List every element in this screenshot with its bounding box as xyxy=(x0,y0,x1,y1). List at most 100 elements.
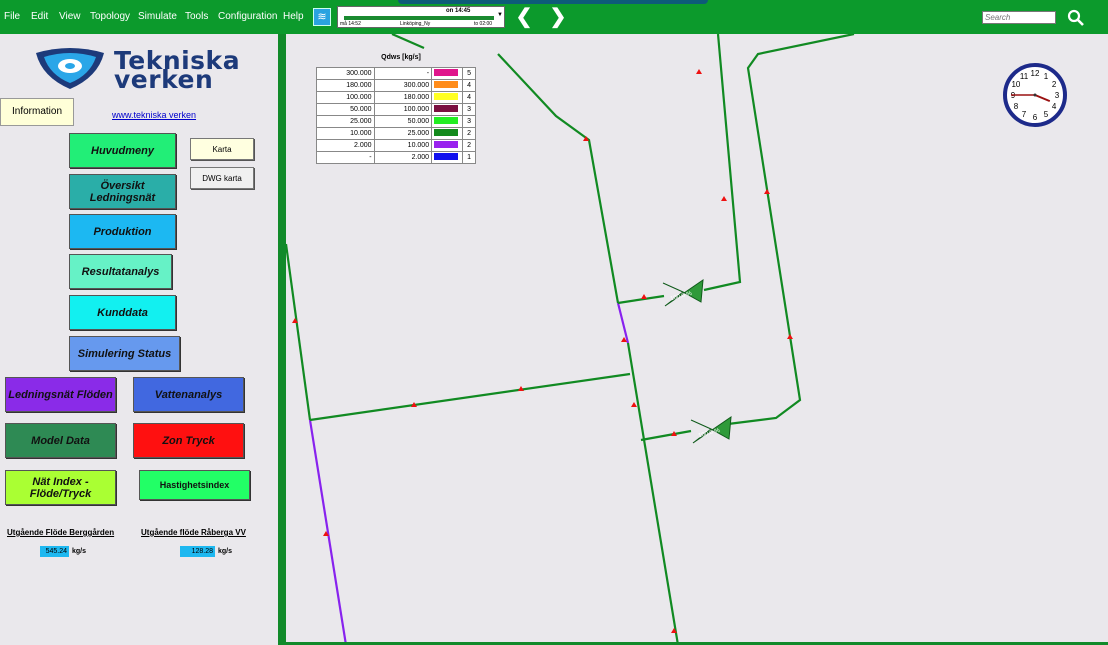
dwg-karta-button[interactable]: DWG karta xyxy=(190,167,254,189)
network-map[interactable]: 100.0 % 100.0 % Qdws [kg/s] 300.000-5 180.… xyxy=(286,34,1108,645)
pipe-segment[interactable] xyxy=(309,372,631,422)
legend-row: 100.000 180.000 4 xyxy=(316,91,476,104)
ledningsnat-floden-button[interactable]: Ledningsnät Flöden xyxy=(5,377,116,412)
resultatanalys-button[interactable]: Resultatanalys xyxy=(69,254,172,289)
legend-to: 50.000 xyxy=(373,115,433,128)
legend-swatch xyxy=(434,81,459,88)
legend-swatch-cell xyxy=(431,115,464,128)
clock-numeral: 7 xyxy=(1022,110,1027,119)
kunddata-button[interactable]: Kunddata xyxy=(69,295,176,330)
hastighetsindex-button[interactable]: Hastighetsindex xyxy=(139,470,250,500)
legend-class: 4 xyxy=(462,79,476,92)
search-icon[interactable] xyxy=(1067,9,1085,27)
clock-numeral: 6 xyxy=(1033,113,1038,122)
pipe-segment[interactable] xyxy=(308,419,348,645)
timeline-bar[interactable] xyxy=(344,16,494,20)
legend-swatch-cell xyxy=(431,103,464,116)
wind-tool-icon[interactable]: ≋ xyxy=(313,8,331,26)
left-panel: Tekniska verken Information www.tekniska… xyxy=(0,34,278,645)
website-link[interactable]: www.tekniska verken xyxy=(112,110,196,120)
clock-icon: 121234567891011 xyxy=(1003,63,1067,127)
nat-index-button[interactable]: Nät Index - Flöde/Tryck xyxy=(5,470,116,505)
forward-arrow-icon[interactable]: ❯ xyxy=(548,6,568,28)
legend-to: 180.000 xyxy=(373,91,433,104)
legend-class: 3 xyxy=(462,115,476,128)
valve-opening-label: 100.0 % xyxy=(670,291,693,303)
legend-swatch xyxy=(434,105,459,112)
pipe-segment[interactable] xyxy=(703,34,742,292)
legend-row: 50.000 100.000 3 xyxy=(316,103,476,116)
time-slider[interactable]: on 14:45 må 14:52 Linköping_Ny to 02:00 … xyxy=(337,6,505,28)
pipe-segment[interactable] xyxy=(286,243,312,421)
window-tab-strip xyxy=(398,0,708,4)
clock-numeral: 3 xyxy=(1055,91,1060,100)
pipe-segment[interactable] xyxy=(626,342,680,645)
chevron-down-icon[interactable]: ▼ xyxy=(497,12,503,18)
outflow-raberga-unit: kg/s xyxy=(218,548,233,555)
menu-view[interactable]: View xyxy=(59,11,81,22)
pipe-segment[interactable] xyxy=(727,34,855,426)
menu-topology[interactable]: Topology xyxy=(90,11,130,22)
pipe-segment[interactable] xyxy=(616,302,630,344)
valve-icon[interactable]: 100.0 % xyxy=(690,415,732,444)
flow-direction-arrow xyxy=(721,196,727,201)
legend-to: 300.000 xyxy=(373,79,433,92)
menu-simulate[interactable]: Simulate xyxy=(138,11,177,22)
back-arrow-icon[interactable]: ❮ xyxy=(514,6,534,28)
flow-direction-arrow xyxy=(631,402,637,407)
clock-numeral: 11 xyxy=(1020,72,1029,81)
model-data-button[interactable]: Model Data xyxy=(5,423,116,458)
outflow-berggarden-label: Utgående Flöde Berggården xyxy=(7,528,115,537)
karta-button[interactable]: Karta xyxy=(190,138,254,160)
zon-tryck-button[interactable]: Zon Tryck xyxy=(133,423,244,458)
menu-help[interactable]: Help xyxy=(283,11,304,22)
pipe-segment[interactable] xyxy=(640,429,692,442)
flow-direction-arrow xyxy=(641,294,647,299)
information-tab[interactable]: Information xyxy=(0,98,74,126)
simulering-status-button[interactable]: Simulering Status xyxy=(69,336,180,371)
legend-from: 10.000 xyxy=(316,127,375,140)
timeline-end: to 02:00 xyxy=(474,21,493,27)
legend-swatch-cell xyxy=(431,79,464,92)
legend-swatch xyxy=(434,141,459,148)
menu-configuration[interactable]: Configuration xyxy=(218,11,277,22)
legend-row: 2.000 10.000 2 xyxy=(316,139,476,152)
produktion-button[interactable]: Produktion xyxy=(69,214,176,249)
huvudmeny-button[interactable]: Huvudmeny xyxy=(69,133,176,168)
menu-file[interactable]: File xyxy=(4,11,20,22)
legend-to: 10.000 xyxy=(373,139,433,152)
pipe-segment[interactable] xyxy=(391,34,425,50)
legend-to: 2.000 xyxy=(373,151,433,164)
legend-class: 3 xyxy=(462,103,476,116)
vattenanalys-button[interactable]: Vattenanalys xyxy=(133,377,244,412)
clock-numeral: 10 xyxy=(1011,80,1020,89)
valve-icon[interactable]: 100.0 % xyxy=(662,278,704,307)
legend-swatch-cell xyxy=(431,67,464,80)
flow-direction-arrow xyxy=(787,334,793,339)
legend-class: 5 xyxy=(462,67,476,80)
legend-to: 25.000 xyxy=(373,127,433,140)
pipe-segment[interactable] xyxy=(617,294,665,305)
legend-swatch xyxy=(434,117,459,124)
legend-to: - xyxy=(373,67,433,80)
legend-class: 2 xyxy=(462,127,476,140)
pipe-segment[interactable] xyxy=(497,53,620,304)
menu-edit[interactable]: Edit xyxy=(31,11,48,22)
valve-opening-label: 100.0 % xyxy=(698,428,721,440)
timeline-start: må 14:52 xyxy=(340,21,361,27)
legend-to: 100.000 xyxy=(373,103,433,116)
clock-numeral: 2 xyxy=(1052,80,1057,89)
menu-bar: File Edit View Topology Simulate Tools C… xyxy=(0,0,1108,34)
outflow-berggarden-unit: kg/s xyxy=(72,548,87,555)
flow-legend: Qdws [kg/s] 300.000-5 180.000 300.000 4 100.… xyxy=(316,54,476,164)
clock-numeral: 4 xyxy=(1052,102,1057,111)
tekniska-verken-logo-icon xyxy=(36,48,104,89)
legend-swatch-cell xyxy=(431,91,464,104)
search-input[interactable] xyxy=(982,11,1056,24)
legend-row: 180.000 300.000 4 xyxy=(316,79,476,92)
panel-divider xyxy=(278,34,286,645)
outflow-raberga-label: Utgående flöde Råberga VV xyxy=(141,528,246,537)
menu-tools[interactable]: Tools xyxy=(185,11,208,22)
legend-from: 100.000 xyxy=(316,91,375,104)
oversikt-ledningsnat-button[interactable]: Översikt Ledningsnät xyxy=(69,174,176,209)
